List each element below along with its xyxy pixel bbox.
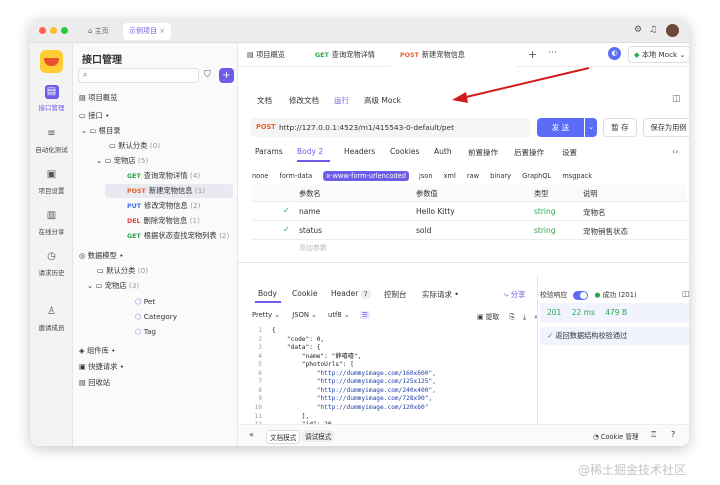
watermark: @稀土掘金技术社区 [578,463,687,477]
annotation-arrow [452,67,590,103]
